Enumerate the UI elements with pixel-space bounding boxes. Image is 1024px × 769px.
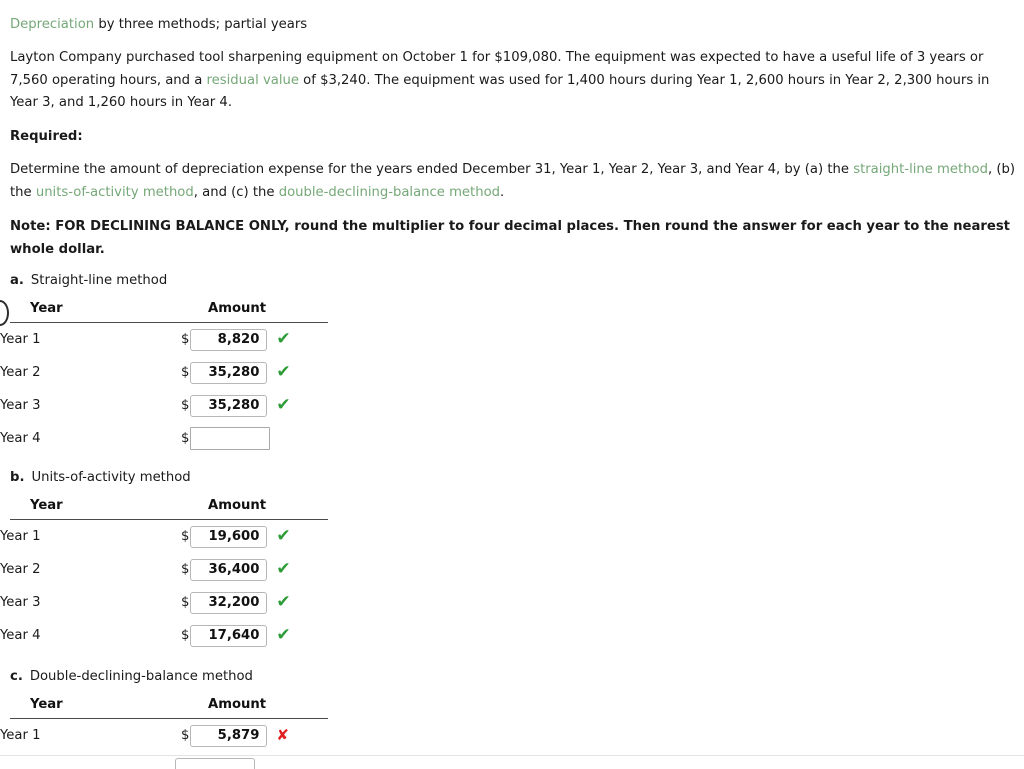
row-label: Year 1 — [0, 529, 41, 544]
row-label: Year 1 — [0, 332, 41, 347]
correct-icon: ✔ — [276, 559, 291, 579]
dollar-sign: $ — [181, 398, 190, 413]
row-amount-cell: $ ✔ — [160, 586, 406, 619]
dollar-sign: $ — [181, 562, 190, 577]
row-label: Year 4 — [0, 431, 41, 446]
requirement-part4: . — [500, 184, 505, 200]
amount-input[interactable] — [190, 394, 268, 417]
section-letter-a: a. — [10, 273, 24, 288]
correct-icon: ✔ — [276, 362, 291, 382]
table-row: Year 2 $ ✔ — [0, 553, 406, 586]
row-amount-cell: $ ✔ — [160, 323, 406, 356]
column-header-year: Year — [30, 301, 63, 316]
row-amount-cell: $ ✔ — [160, 356, 406, 389]
section-title-c: Double-declining-balance method — [29, 669, 253, 684]
bottom-strip — [0, 756, 1024, 769]
amount-input[interactable] — [190, 624, 268, 647]
column-header-amount: Amount — [208, 301, 267, 316]
rounding-note: Note: FOR DECLINING BALANCE ONLY, round … — [10, 219, 1010, 257]
section-title-b: Units-of-activity method — [31, 470, 191, 485]
amount-input[interactable] — [190, 328, 268, 351]
section-title-a: Straight-line method — [30, 273, 168, 288]
amount-input-partial[interactable] — [175, 758, 255, 769]
amount-input[interactable] — [190, 361, 268, 384]
correct-icon: ✔ — [276, 329, 291, 349]
requirement-part3: , and (c) the — [193, 184, 279, 200]
amount-input[interactable] — [190, 558, 268, 581]
table-row: Year 1 $ ✔ — [0, 520, 406, 553]
problem-statement: Layton Company purchased tool sharpening… — [10, 47, 1010, 115]
table-row: Year 3 $ ✔ — [0, 586, 406, 619]
table-row: Year 4 $ — [0, 422, 406, 455]
column-header-year: Year — [30, 498, 63, 513]
table-header-row: Year Amount — [0, 301, 406, 322]
table-row: Year 4 $ ✔ — [0, 619, 406, 652]
dollar-sign: $ — [181, 728, 190, 743]
page-title: Depreciation by three methods; partial y… — [10, 16, 307, 33]
worksheet-page: Depreciation by three methods; partial y… — [0, 0, 1024, 769]
required-heading: Required: — [10, 129, 83, 144]
dollar-sign: $ — [181, 595, 190, 610]
column-header-amount: Amount — [208, 498, 267, 513]
amount-input[interactable] — [190, 427, 271, 450]
correct-icon: ✔ — [276, 526, 291, 546]
dollar-sign: $ — [181, 332, 190, 347]
section-label-a: a. Straight-line method — [10, 272, 420, 289]
table-row: Year 2 $ ✔ — [0, 356, 406, 389]
page-title-rest: by three methods; partial years — [94, 17, 308, 32]
section-letter-b: b. — [10, 470, 25, 485]
dollar-sign: $ — [181, 628, 190, 643]
section-double-declining-balance: c. Double-declining-balance method Year A… — [0, 668, 420, 752]
row-amount-cell: $ ✔ — [160, 553, 406, 586]
table-header-row: Year Amount — [0, 697, 406, 718]
dollar-sign: $ — [181, 365, 190, 380]
section-label-b: b. Units-of-activity method — [10, 469, 420, 486]
bottom-divider — [0, 755, 1024, 756]
table-row: Year 1 $ ✘ — [0, 719, 406, 752]
table-header-row: Year Amount — [0, 498, 406, 519]
correct-icon: ✔ — [276, 592, 291, 612]
table-row: Year 3 $ ✔ — [0, 389, 406, 422]
row-amount-cell: $ ✔ — [160, 619, 406, 652]
column-header-year: Year — [30, 697, 63, 712]
section-letter-c: c. — [10, 669, 23, 684]
row-label: Year 2 — [0, 562, 41, 577]
row-amount-cell: $ — [160, 422, 406, 455]
row-label: Year 4 — [0, 628, 41, 643]
depreciation-link[interactable]: Depreciation — [10, 17, 94, 32]
row-label: Year 3 — [0, 398, 41, 413]
units-of-activity-method-link[interactable]: units-of-activity method — [36, 185, 194, 200]
straight-line-method-link[interactable]: straight-line method — [853, 162, 988, 177]
dollar-sign: $ — [181, 431, 190, 446]
amount-input[interactable] — [190, 525, 268, 548]
incorrect-icon: ✘ — [276, 726, 289, 744]
correct-icon: ✔ — [276, 395, 291, 415]
column-header-amount: Amount — [208, 697, 267, 712]
double-declining-balance-method-link[interactable]: double-declining-balance method — [279, 185, 500, 200]
amount-table-b: Year Amount Year 1 $ ✔ — [0, 498, 406, 652]
section-straight-line: a. Straight-line method Year Amount Year … — [0, 272, 420, 455]
row-label: Year 1 — [0, 728, 41, 743]
row-amount-cell: $ ✘ — [160, 719, 406, 752]
residual-value-link[interactable]: residual value — [207, 73, 299, 88]
correct-icon: ✔ — [276, 625, 291, 645]
amount-input[interactable] — [190, 591, 268, 614]
table-row: Year 1 $ ✔ — [0, 323, 406, 356]
requirement-part1: Determine the amount of depreciation exp… — [10, 162, 854, 177]
section-units-of-activity: b. Units-of-activity method Year Amount Y… — [0, 469, 420, 652]
requirement-text: Determine the amount of depreciation exp… — [10, 159, 1017, 204]
row-amount-cell: $ ✔ — [160, 520, 406, 553]
dollar-sign: $ — [181, 529, 190, 544]
row-amount-cell: $ ✔ — [160, 389, 406, 422]
amount-input[interactable] — [190, 724, 268, 747]
row-label: Year 3 — [0, 595, 41, 610]
section-label-c: c. Double-declining-balance method — [10, 668, 420, 685]
amount-table-c: Year Amount Year 1 $ ✘ — [0, 697, 406, 752]
amount-table-a: Year Amount Year 1 $ ✔ — [0, 301, 406, 455]
row-label: Year 2 — [0, 365, 41, 380]
